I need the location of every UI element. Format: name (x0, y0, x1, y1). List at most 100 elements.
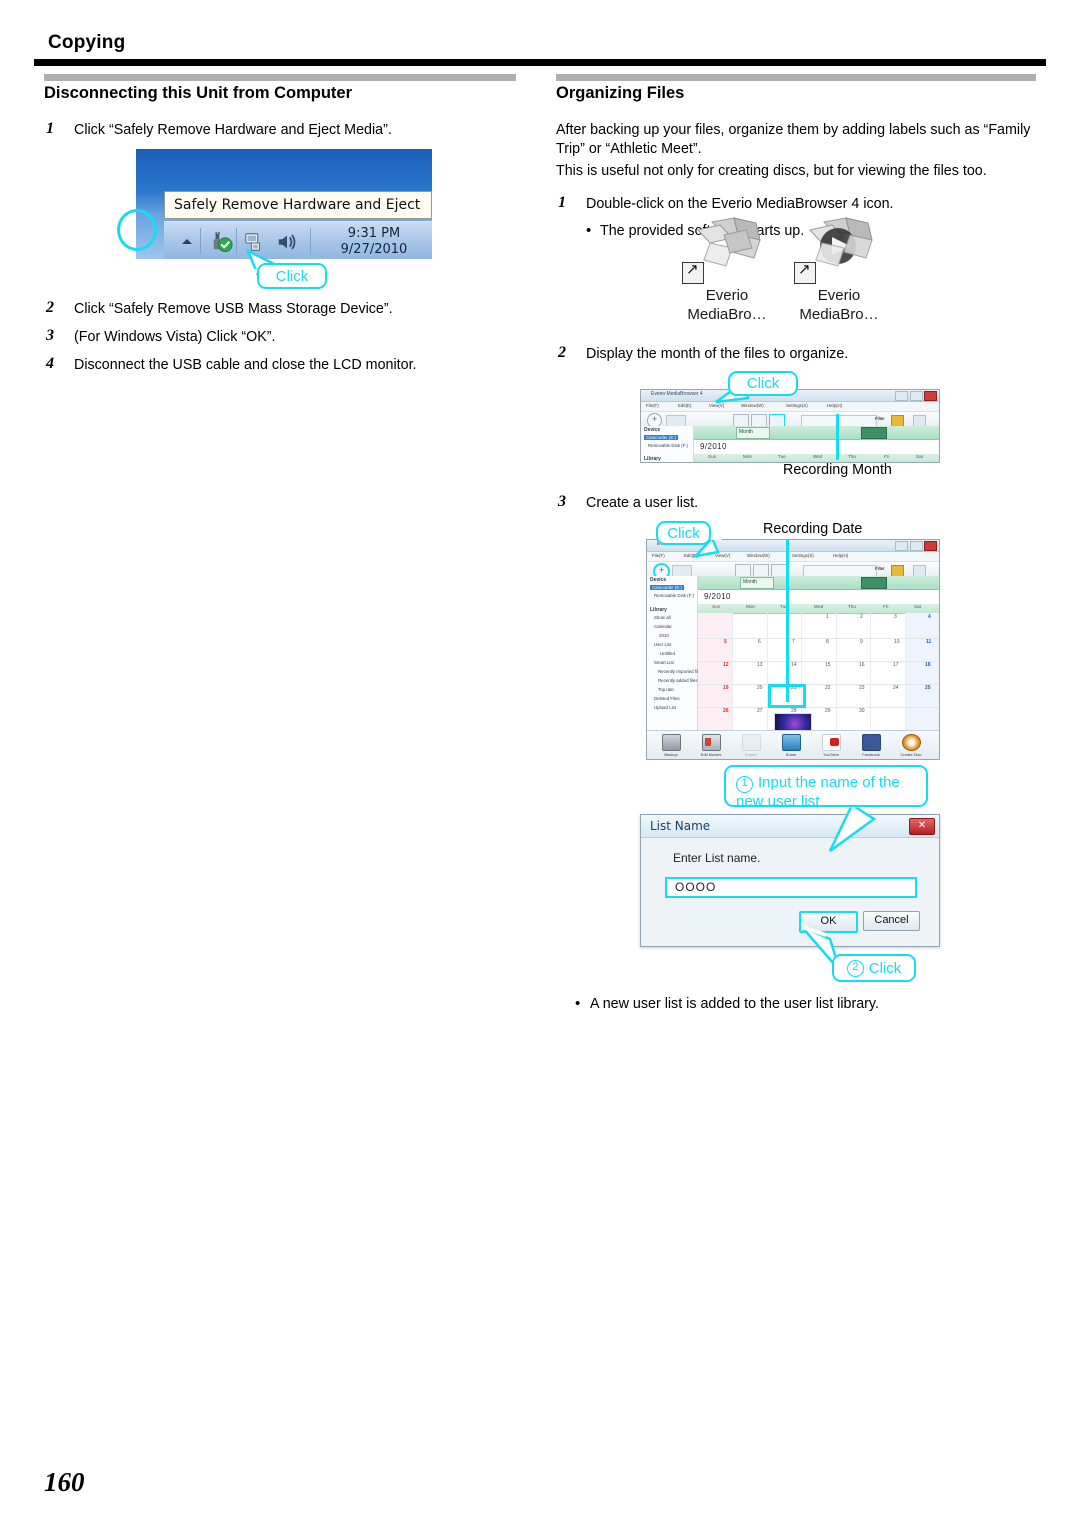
daynum[interactable]: 22 (825, 685, 831, 691)
calendar-grid: 1 2 3 4 5 6 7 8 9 10 11 12 13 14 15 16 1… (698, 613, 939, 737)
daynum[interactable]: 14 (791, 662, 797, 668)
sidebar-item-untitled[interactable]: Untitled (660, 651, 675, 656)
everio-app-glyph (668, 214, 786, 286)
daynum[interactable]: 7 (792, 639, 795, 645)
menu-edit[interactable]: Edit(E) (678, 403, 691, 408)
footer-backup-button[interactable]: Backup (651, 734, 691, 757)
close-icon[interactable]: ✕ (909, 818, 935, 835)
sidebar-item-recently-imported[interactable]: Recently Imported files (658, 669, 703, 674)
daynum[interactable]: 8 (826, 639, 829, 645)
list-name-input[interactable]: ΟΟΟΟ (665, 877, 917, 898)
click-callout-date: Click (656, 521, 711, 545)
callout-text: Input the name of the new user list (736, 774, 900, 810)
daynum[interactable]: 4 (928, 614, 931, 620)
menu-view[interactable]: View(V) (709, 403, 724, 408)
sidebar-item-removable-disk[interactable]: Removable Disk (F:) (648, 443, 688, 448)
show-hidden-icons-icon[interactable] (182, 239, 192, 244)
sidebar-item-top-rate[interactable]: Top rate (658, 687, 674, 692)
menu-file[interactable]: File(F) (646, 403, 659, 408)
menu-window[interactable]: Window(W) (741, 403, 764, 408)
footer-create-disc-button[interactable]: Create Disc (891, 734, 931, 757)
dialog-label: Enter List name. (673, 851, 761, 865)
maximize-button[interactable] (909, 541, 923, 551)
daynum[interactable]: 17 (893, 662, 899, 668)
footer-share-button[interactable]: Share (771, 734, 811, 757)
daynum[interactable]: 10 (894, 639, 900, 645)
step-3: 3 (For Windows Vista) Click “OK”. (44, 327, 544, 347)
weekday-sat: Sat (914, 604, 921, 609)
daynum[interactable]: 19 (723, 685, 729, 691)
step-text: Disconnect the USB cable and close the L… (74, 357, 417, 373)
sidebar-item-show-all[interactable]: Show all (654, 615, 671, 620)
sidebar-item-camcorder[interactable]: Camcorder (E:) (644, 435, 679, 440)
sidebar-item-recently-added[interactable]: Recently added files (658, 678, 698, 683)
everio-mediabrowser-icon-1[interactable]: Everio MediaBro… (668, 214, 786, 324)
sidebar-item-smart-list[interactable]: Smart List (654, 660, 674, 665)
usb-eject-icon[interactable] (211, 231, 233, 253)
daynum[interactable]: 30 (859, 708, 865, 714)
menu-window[interactable]: Window(W) (747, 553, 770, 558)
step-text: Create a user list. (586, 495, 699, 511)
month-current-chip[interactable] (861, 577, 887, 589)
menu-help[interactable]: Help(H) (827, 403, 842, 408)
recording-date-caption: Recording Date (763, 521, 863, 537)
footer-youtube-button[interactable]: YouTube (811, 734, 851, 757)
clock-time: 9:31 PM (347, 226, 401, 241)
sidebar-item-camcorder[interactable]: Camcorder (E:) (650, 585, 685, 590)
daynum[interactable]: 26 (723, 708, 729, 714)
weekday-sat: Sat (916, 454, 923, 459)
everio-icon-label-line2: MediaBro… (687, 306, 767, 323)
daynum[interactable]: 20 (757, 685, 763, 691)
footer-facebook-button[interactable]: Facebook (851, 734, 891, 757)
close-button[interactable] (924, 541, 937, 551)
org-step-2: 2 Display the month of the files to orga… (556, 344, 1066, 364)
menu-settings[interactable]: Settings(S) (786, 403, 808, 408)
daynum[interactable]: 1 (826, 614, 829, 620)
menu-settings[interactable]: Settings(S) (792, 553, 814, 558)
intro-paragraph-2: This is useful not only for creating dis… (556, 163, 987, 180)
cancel-button[interactable]: Cancel (863, 911, 920, 931)
footer-export-button[interactable]: Export (731, 734, 771, 757)
month-selector-bar[interactable]: Month (698, 576, 939, 590)
daynum[interactable]: 9 (860, 639, 863, 645)
daynum[interactable]: 5 (724, 639, 727, 645)
sidebar-item-calendar[interactable]: Calendar (654, 624, 672, 629)
daynum[interactable]: 12 (723, 662, 729, 668)
daynum[interactable]: 16 (859, 662, 865, 668)
daynum[interactable]: 27 (757, 708, 763, 714)
minimize-button[interactable] (895, 391, 908, 401)
sidebar-item-user-list[interactable]: User List (654, 642, 671, 647)
page-title: Copying (48, 32, 126, 53)
daynum[interactable]: 25 (925, 685, 931, 691)
sidebar-item-removable-disk[interactable]: Removable Disk (F:) (654, 593, 694, 598)
month-current-chip[interactable] (861, 427, 887, 439)
sidebar-item-deleted-files[interactable]: Deleted Files (654, 696, 680, 701)
daynum[interactable]: 13 (757, 662, 763, 668)
daynum[interactable]: 18 (925, 662, 931, 668)
daynum[interactable]: 6 (758, 639, 761, 645)
step-text: Display the month of the files to organi… (586, 346, 849, 362)
step-number: 4 (46, 355, 54, 372)
saturday-column (904, 613, 939, 731)
clock[interactable]: 9:31 PM 9/27/2010 (326, 226, 422, 258)
menu-file[interactable]: File(F) (652, 553, 665, 558)
sidebar-item-upload-list[interactable]: Upload List (654, 705, 676, 710)
footer-edit-movies-button[interactable]: Edit Movies (691, 734, 731, 757)
weekday-fri: Fri (884, 454, 890, 459)
minimize-button[interactable] (895, 541, 908, 551)
month-selector-bar[interactable]: Month (694, 426, 939, 440)
filter-label: Filter (875, 566, 885, 571)
daynum[interactable]: 2 (860, 614, 863, 620)
close-button[interactable] (924, 391, 937, 401)
daynum[interactable]: 29 (825, 708, 831, 714)
section-bar-left (44, 74, 516, 81)
daynum[interactable]: 15 (825, 662, 831, 668)
sidebar-item-year[interactable]: 2010 (659, 633, 669, 638)
daynum[interactable]: 11 (926, 639, 931, 645)
maximize-button[interactable] (909, 391, 923, 401)
daynum[interactable]: 24 (893, 685, 899, 691)
daynum[interactable]: 3 (894, 614, 897, 620)
daynum[interactable]: 23 (859, 685, 865, 691)
menu-help[interactable]: Help(H) (833, 553, 848, 558)
everio-mediabrowser-icon-2[interactable]: Everio MediaBro… (780, 214, 898, 324)
